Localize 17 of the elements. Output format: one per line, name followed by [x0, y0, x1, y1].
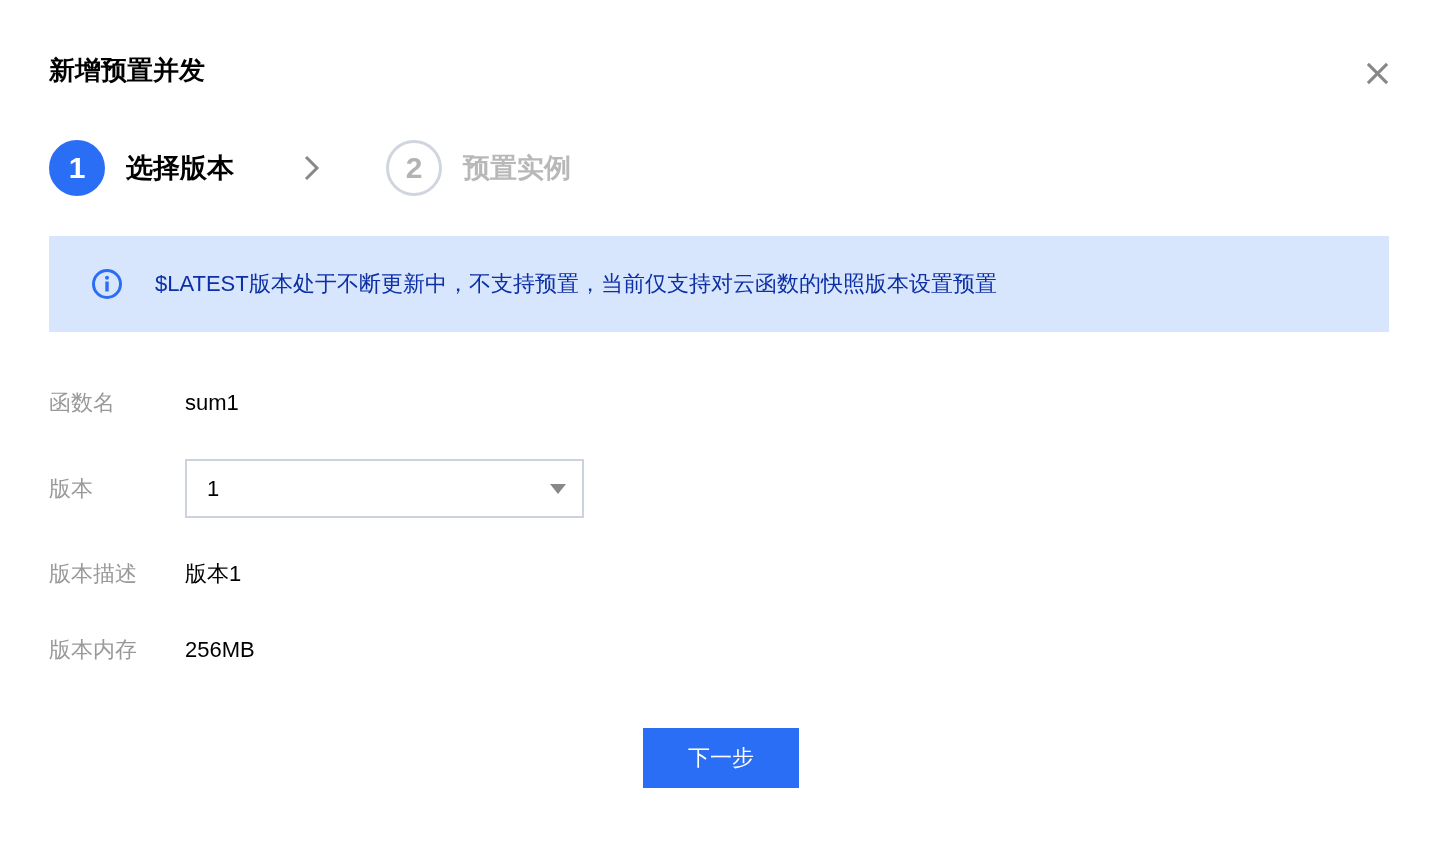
field-value: 256MB — [185, 636, 255, 664]
field-value: sum1 — [185, 389, 239, 417]
dialog-title: 新增预置并发 — [49, 54, 205, 87]
field-label: 版本内存 — [49, 636, 138, 664]
step-number[interactable]: 1 — [49, 140, 105, 196]
next-button[interactable]: 下一步 — [643, 728, 799, 788]
version-select[interactable]: 1 — [185, 459, 584, 518]
field-label: 版本描述 — [49, 560, 138, 588]
field-value: 版本1 — [185, 560, 242, 588]
field-label: 版本 — [49, 474, 94, 503]
step-label[interactable]: 选择版本 — [126, 150, 234, 186]
caret-icon — [550, 483, 566, 494]
field-label: 函数名 — [49, 389, 116, 417]
chevron-right-icon — [304, 155, 320, 181]
close-icon[interactable] — [1366, 62, 1389, 85]
info-icon — [91, 268, 123, 300]
notice-text: $LATEST版本处于不断更新中，不支持预置，当前仅支持对云函数的快照版本设置预置 — [155, 270, 997, 298]
